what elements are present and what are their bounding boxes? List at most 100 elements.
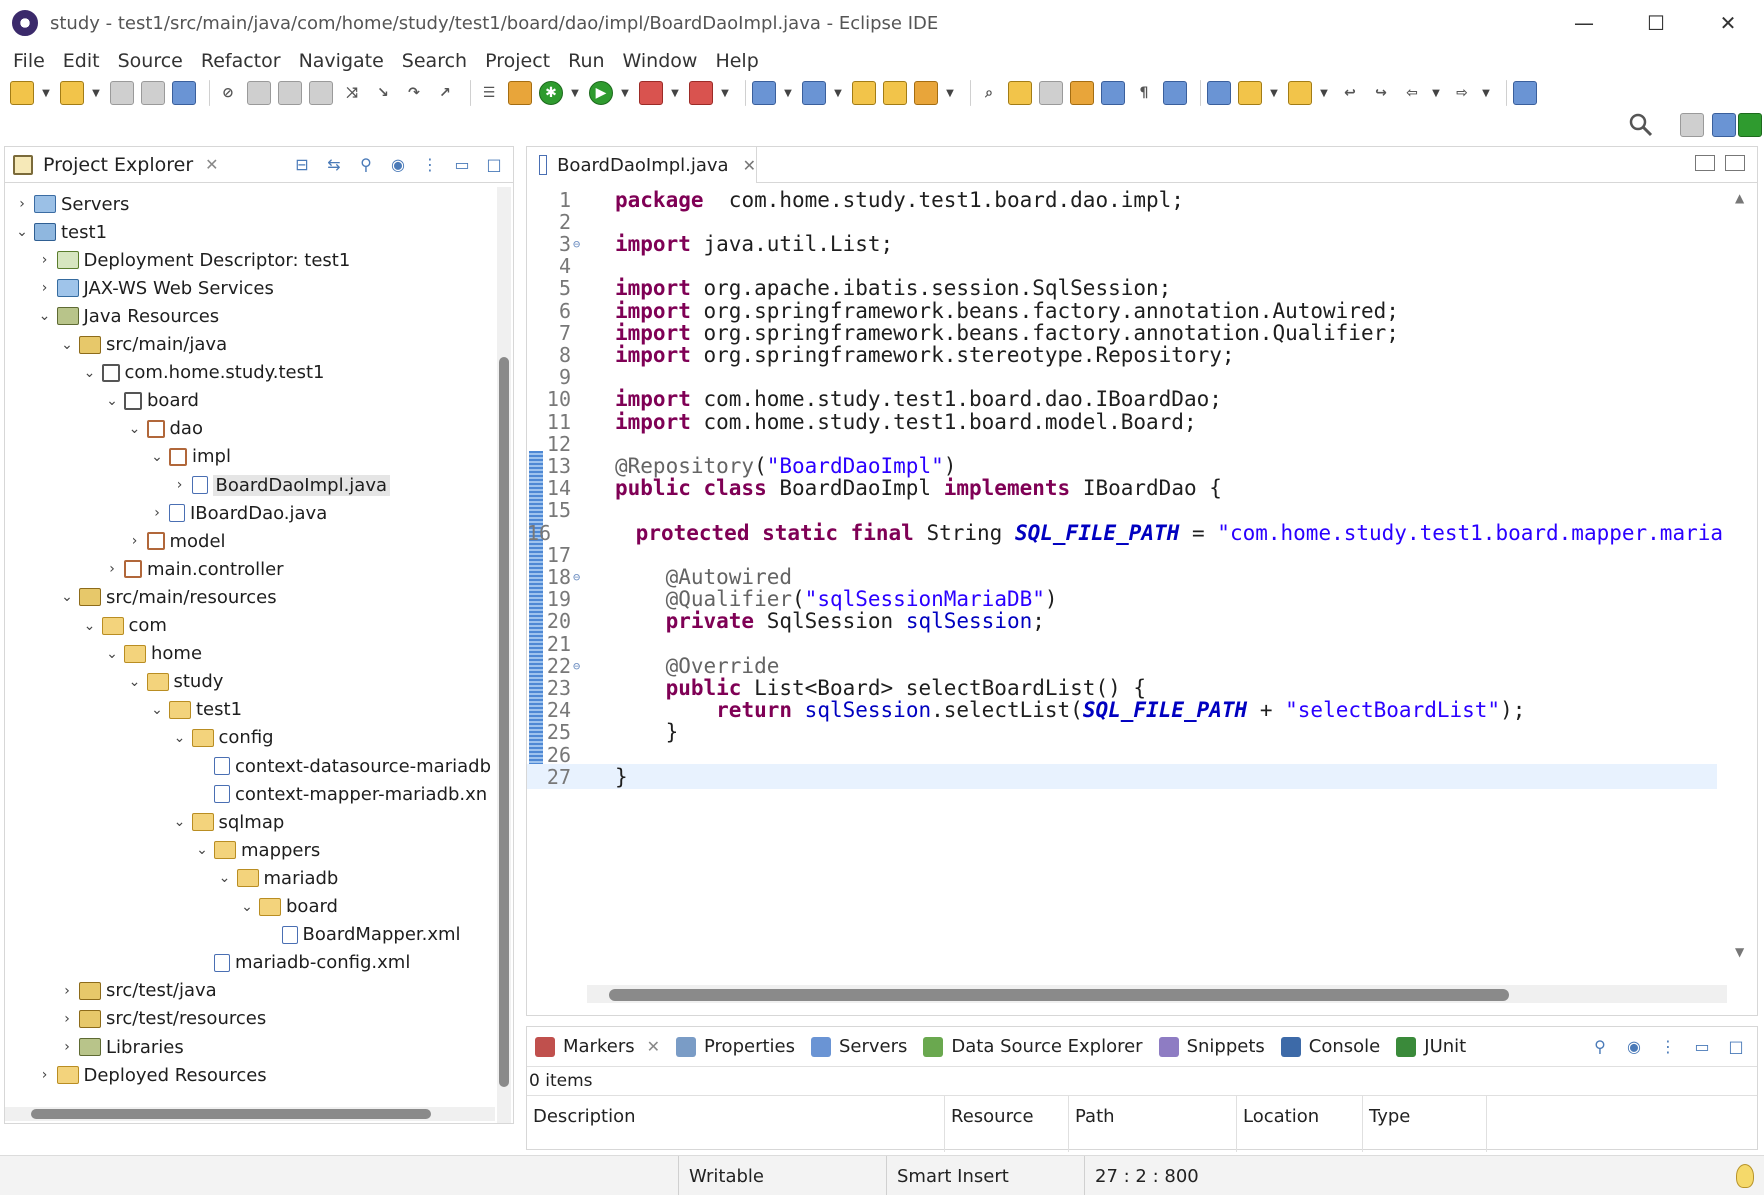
last-edit-icon[interactable]: ↩ [1338, 81, 1362, 105]
collapse-all-icon[interactable]: ⊟ [291, 153, 313, 175]
chevron-down-icon[interactable]: ▼ [91, 81, 101, 105]
tree-item[interactable]: ⌄ board [103, 388, 199, 414]
panel-tab-snippets[interactable]: Snippets [1158, 1036, 1265, 1057]
forward-edit-icon[interactable]: ↪ [1369, 81, 1393, 105]
filter-icon[interactable]: ⚲ [1589, 1035, 1611, 1057]
tree-item[interactable]: › main.controller [103, 556, 283, 582]
menu-edit[interactable]: Edit [54, 50, 109, 72]
project-explorer-tab[interactable]: Project Explorer ✕ ⊟ ⇆ ⚲ ◉ ⋮ ▭ □ [5, 147, 513, 183]
toggle-mark-occurrences-icon[interactable] [1008, 81, 1032, 105]
terminal-icon[interactable] [172, 81, 196, 105]
lightbulb-icon[interactable] [1736, 1164, 1754, 1188]
browser-icon[interactable] [1207, 81, 1231, 105]
menu-search[interactable]: Search [393, 50, 476, 72]
chevron-down-icon[interactable]: ⌄ [126, 421, 144, 437]
scroll-up-icon[interactable]: ▲ [1735, 191, 1744, 205]
toggle-breadcrumb-icon[interactable]: ⌕ [977, 81, 1001, 105]
chevron-down-icon[interactable]: ▼ [783, 81, 793, 105]
maximize-icon[interactable]: □ [483, 153, 505, 175]
menu-window[interactable]: Window [614, 50, 707, 72]
menu-help[interactable]: Help [706, 50, 767, 72]
tree-item[interactable]: ⌄ com.home.study.test1 [81, 360, 325, 386]
terminate-icon[interactable] [309, 81, 333, 105]
tree-item[interactable]: › BoardDaoImpl.java [171, 472, 391, 498]
tree-item[interactable]: › Servers [13, 191, 129, 217]
disconnect-icon[interactable]: ⤨ [340, 81, 364, 105]
scroll-down-icon[interactable]: ▼ [1735, 945, 1744, 959]
chevron-down-icon[interactable]: ⌄ [148, 449, 166, 465]
tree-item[interactable]: ⌄ study [126, 669, 224, 695]
new-icon[interactable] [10, 81, 34, 105]
tree-item[interactable]: ⌄ com [81, 613, 167, 639]
chevron-down-icon[interactable]: ⌄ [103, 646, 121, 662]
tree-item[interactable]: ⌄ test1 [13, 219, 107, 245]
open-perspective-icon[interactable] [1680, 113, 1704, 137]
chevron-right-icon[interactable]: › [148, 505, 166, 521]
chevron-down-icon[interactable]: ⌄ [126, 674, 144, 690]
step-return-icon[interactable]: ↗ [433, 81, 457, 105]
menu-source[interactable]: Source [109, 50, 192, 72]
tree-item[interactable]: ⌄ sqlmap [171, 809, 285, 835]
chevron-down-icon[interactable]: ⌄ [81, 618, 99, 634]
chevron-down-icon[interactable]: ▼ [1269, 81, 1279, 105]
maximize-button[interactable]: ☐ [1620, 0, 1692, 46]
tree-item[interactable]: › IBoardDao.java [148, 500, 327, 526]
scrollbar-thumb[interactable] [609, 989, 1509, 1001]
chevron-down-icon[interactable]: ▼ [41, 81, 51, 105]
tree-item[interactable]: ⌄ dao [126, 416, 203, 442]
tree-item[interactable]: BoardMapper.xml [261, 922, 461, 948]
tree-item[interactable]: context-mapper-mariadb.xn [193, 781, 487, 807]
chevron-down-icon[interactable]: ⌄ [171, 814, 189, 830]
code-line[interactable]: 27} [527, 764, 1717, 790]
view-menu-icon[interactable]: ⋮ [419, 153, 441, 175]
web-services-icon[interactable] [1163, 81, 1187, 105]
previous-annotation-icon[interactable] [1288, 81, 1312, 105]
panel-tab-markers[interactable]: Markers ✕ [535, 1036, 660, 1057]
search-icon[interactable] [1628, 112, 1654, 138]
tree-item[interactable]: › Deployed Resources [36, 1062, 267, 1087]
chevron-right-icon[interactable]: › [58, 1011, 76, 1027]
menu-navigate[interactable]: Navigate [290, 50, 393, 72]
chevron-down-icon[interactable]: ⌄ [103, 393, 121, 409]
chevron-right-icon[interactable]: › [13, 196, 31, 212]
tree-item[interactable]: › src/test/java [58, 978, 217, 1004]
code-area[interactable]: 1 package com.home.study.test1.board.dao.… [527, 185, 1727, 985]
chevron-down-icon[interactable]: ▼ [670, 81, 680, 105]
coverage-icon[interactable] [508, 81, 532, 105]
chevron-right-icon[interactable]: › [58, 1039, 76, 1055]
chevron-right-icon[interactable]: › [36, 252, 54, 268]
chevron-down-icon[interactable]: ⌄ [58, 337, 76, 353]
chevron-down-icon[interactable]: ⌄ [238, 899, 256, 915]
forward-arrow-icon[interactable]: ⇨ [1450, 81, 1474, 105]
editor-tab-boarddaoimpl[interactable]: BoardDaoImpl.java ✕ [527, 147, 757, 183]
tree-item[interactable]: context-datasource-mariadb [193, 753, 491, 779]
tree-vertical-scrollbar[interactable] [497, 187, 511, 1123]
chevron-down-icon[interactable]: ⌄ [58, 589, 76, 605]
scrollbar-thumb[interactable] [31, 1109, 431, 1119]
suspend-icon[interactable] [278, 81, 302, 105]
back-arrow-icon[interactable]: ⇦ [1400, 81, 1424, 105]
menu-project[interactable]: Project [476, 50, 559, 72]
tree-item[interactable]: › src/test/resources [58, 1006, 266, 1032]
java-ee-perspective-icon[interactable] [1712, 113, 1736, 137]
chevron-down-icon[interactable]: ▼ [1319, 81, 1329, 105]
chevron-down-icon[interactable]: ⌄ [193, 842, 211, 858]
tree-item[interactable]: › Deployment Descriptor: test1 [36, 247, 351, 273]
chevron-down-icon[interactable]: ▼ [570, 81, 580, 105]
chevron-down-icon[interactable]: ▼ [945, 81, 955, 105]
panel-tab-data-source-explorer[interactable]: Data Source Explorer [923, 1036, 1143, 1057]
tree-item[interactable]: mariadb-config.xml [193, 950, 410, 976]
tree-item[interactable]: ⌄ impl [148, 444, 231, 470]
search-tool-icon[interactable] [914, 81, 938, 105]
debug-perspective-icon[interactable] [1738, 113, 1762, 137]
maximize-icon[interactable] [1725, 155, 1745, 171]
menu-file[interactable]: File [4, 50, 54, 72]
column-description[interactable]: Description [527, 1096, 945, 1152]
minimize-button[interactable]: — [1548, 0, 1620, 46]
link-with-editor-icon[interactable]: ⇆ [323, 153, 345, 175]
chevron-down-icon[interactable]: ▼ [1481, 81, 1491, 105]
word-wrap-icon[interactable] [1070, 81, 1094, 105]
tree-item[interactable]: ⌄ src/main/java [58, 332, 227, 358]
tree-item[interactable]: › Libraries [58, 1034, 184, 1060]
editor-horizontal-scrollbar[interactable] [587, 985, 1727, 1003]
